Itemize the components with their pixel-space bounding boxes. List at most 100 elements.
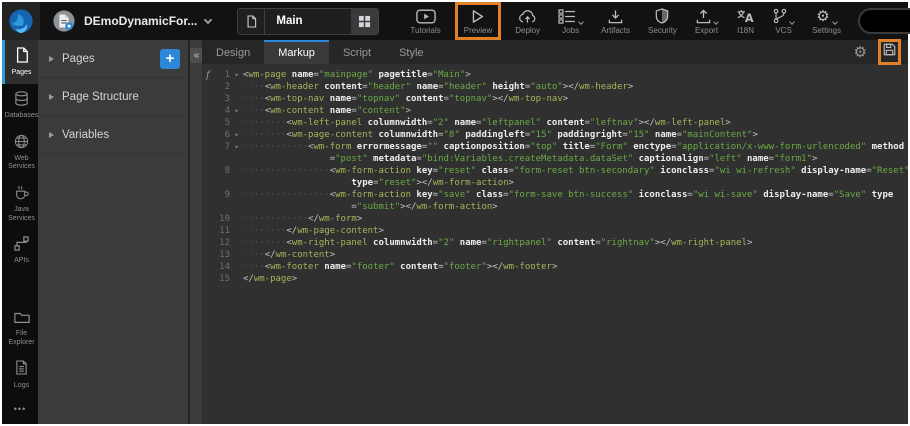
tab-markup[interactable]: Markup xyxy=(264,40,329,64)
wavemaker-logo[interactable] xyxy=(2,2,40,40)
code-text: </wm-page> xyxy=(243,273,908,285)
line-number: 2 xyxy=(202,81,230,93)
markup-code-area[interactable]: f 1▾<wm-page name="mainpage" pagetitle="… xyxy=(202,64,908,285)
code-row[interactable]: 4▾····<wm-content name="content"> xyxy=(202,105,908,117)
sidebar-item-logs[interactable]: Logs xyxy=(2,353,38,396)
wavemaker-studio: DEmoDynamicFor... Main Tutorials Preview D… xyxy=(2,2,908,424)
toolbar-settings[interactable]: ⚙Settings xyxy=(803,8,850,35)
panel-section-page-structure[interactable]: Page Structure xyxy=(38,78,188,116)
expand-triangle-icon[interactable] xyxy=(49,132,54,138)
chevron-down-icon[interactable] xyxy=(578,19,584,25)
code-row[interactable]: 8················<wm-form-action key="re… xyxy=(202,165,908,177)
sidebar-item-apis[interactable]: APIs xyxy=(2,229,38,272)
sidebar-item-databases[interactable]: Databases xyxy=(2,84,38,127)
panel-section-variables[interactable]: Variables xyxy=(38,116,188,154)
toolbar-tutorials[interactable]: Tutorials xyxy=(401,8,449,35)
chevron-down-icon[interactable] xyxy=(713,19,719,25)
code-row[interactable]: 5········<wm-left-panel columnwidth="2" … xyxy=(202,117,908,129)
editor-tab-bar: DesignMarkupScriptStyle ⚙ xyxy=(202,40,908,64)
code-row[interactable]: 13····</wm-content> xyxy=(202,249,908,261)
toolbar-export[interactable]: Export xyxy=(686,8,727,35)
page-icon xyxy=(238,9,265,34)
sidebar-spacer xyxy=(2,272,38,304)
code-text: ········<wm-left-panel columnwidth="2" n… xyxy=(243,117,908,129)
code-row[interactable]: 11········</wm-page-content> xyxy=(202,225,908,237)
chevron-down-icon[interactable] xyxy=(789,19,795,25)
toolbar-item-label: Preview xyxy=(464,27,492,35)
fold-arrow-icon[interactable]: ▾ xyxy=(230,141,243,153)
toolbar-item-label: Jobs xyxy=(562,27,579,35)
i18n-translate-icon: A xyxy=(736,8,755,24)
sidebar-item-pages[interactable]: Pages xyxy=(2,40,38,84)
main-toolbar: Tutorials Preview Deploy Jobs ArtifactsSecur… xyxy=(401,2,850,40)
format-marker[interactable]: f xyxy=(206,70,210,82)
code-row[interactable]: ="post" metadata="bind:Variables.createM… xyxy=(202,153,908,165)
code-row[interactable]: 14····<wm-footer name="footer" content="… xyxy=(202,261,908,273)
page-switcher-icon[interactable] xyxy=(351,9,378,34)
fold-gutter xyxy=(230,93,243,105)
code-row[interactable]: 7▾············<wm-form errormessage="" c… xyxy=(202,141,908,153)
toolbar-preview[interactable]: Preview xyxy=(455,2,501,40)
tab-style[interactable]: Style xyxy=(385,40,437,64)
toolbar-vcs[interactable]: VCS xyxy=(764,8,803,35)
toolbar-jobs[interactable]: Jobs xyxy=(549,8,592,35)
tab-script[interactable]: Script xyxy=(329,40,385,64)
panel-section-label: Page Structure xyxy=(62,91,139,103)
account-pill[interactable] xyxy=(858,8,910,34)
panel-resizer[interactable]: « xyxy=(188,40,202,424)
expand-triangle-icon[interactable] xyxy=(49,56,54,62)
sidebar-item-file-explorer[interactable]: File Explorer xyxy=(2,304,38,353)
sidebar-item-label: File Explorer xyxy=(5,330,38,347)
code-text: ············<wm-form errormessage="" cap… xyxy=(243,141,908,153)
fold-arrow-icon[interactable]: ▾ xyxy=(230,129,243,141)
project-switcher[interactable]: DEmoDynamicFor... xyxy=(40,9,221,33)
sidebar-item-web-services[interactable]: Web Services xyxy=(2,127,38,178)
apis-connector-icon xyxy=(14,236,29,254)
toolbar-item-label: Tutorials xyxy=(410,27,440,35)
sidebar-item-java-services[interactable]: Java Services xyxy=(2,178,38,229)
toolbar-artifacts[interactable]: Artifacts xyxy=(592,8,639,35)
settings-gear-icon: ⚙ xyxy=(816,8,836,24)
line-number: 7 xyxy=(202,141,230,153)
sidebar-item-label: Logs xyxy=(14,382,29,390)
vcs-branch-icon xyxy=(773,8,794,24)
add-page-button[interactable]: + xyxy=(160,49,180,69)
fold-arrow-icon[interactable]: ▾ xyxy=(230,105,243,117)
panel-section-pages[interactable]: Pages + xyxy=(38,40,188,78)
code-row[interactable]: 15</wm-page> xyxy=(202,273,908,285)
code-text: ················<wm-form-action key="res… xyxy=(243,165,908,177)
fold-gutter xyxy=(230,81,243,93)
code-row[interactable]: 2····<wm-header content="header" name="h… xyxy=(202,81,908,93)
code-text: ····<wm-footer name="footer" content="fo… xyxy=(243,261,908,273)
save-button[interactable] xyxy=(878,39,901,65)
code-row[interactable]: 6▾········<wm-page-content columnwidth="… xyxy=(202,129,908,141)
editor-settings-gear-icon[interactable]: ⚙ xyxy=(854,45,867,60)
code-text: ········</wm-page-content> xyxy=(243,225,908,237)
panel-section-label: Pages xyxy=(62,53,95,65)
toolbar-deploy[interactable]: Deploy xyxy=(506,8,549,35)
expand-triangle-icon[interactable] xyxy=(49,94,54,100)
code-row[interactable]: 1▾<wm-page name="mainpage" pagetitle="Ma… xyxy=(202,69,908,81)
project-name: DEmoDynamicFor... xyxy=(84,14,197,28)
code-row[interactable]: 9················<wm-form-action key="sa… xyxy=(202,189,908,201)
code-row[interactable]: 10············</wm-form> xyxy=(202,213,908,225)
toolbar-security[interactable]: Security xyxy=(639,8,686,35)
code-row[interactable]: 12········<wm-right-panel columnwidth="2… xyxy=(202,237,908,249)
line-number xyxy=(202,177,230,189)
code-text: ········<wm-page-content columnwidth="8"… xyxy=(243,129,908,141)
chevron-down-icon[interactable] xyxy=(832,19,838,25)
deploy-cloud-upload-icon xyxy=(518,8,537,24)
code-text: ="submit"></wm-form-action> xyxy=(243,201,908,213)
chevron-down-icon[interactable] xyxy=(204,15,212,23)
line-number: 13 xyxy=(202,249,230,261)
code-row[interactable]: 3····<wm-top-nav name="topnav" content="… xyxy=(202,93,908,105)
code-row[interactable]: ="submit"></wm-form-action> xyxy=(202,201,908,213)
tab-design[interactable]: Design xyxy=(202,40,264,64)
line-number: 6 xyxy=(202,129,230,141)
sidebar-more-ellipsis-icon[interactable]: ••• xyxy=(2,396,38,424)
fold-gutter xyxy=(230,165,243,177)
toolbar-i18n[interactable]: AI18N xyxy=(727,8,764,35)
code-row[interactable]: type="reset"></wm-form-action> xyxy=(202,177,908,189)
fold-arrow-icon[interactable]: ▾ xyxy=(230,69,243,81)
page-tab-main[interactable]: Main xyxy=(237,8,379,35)
